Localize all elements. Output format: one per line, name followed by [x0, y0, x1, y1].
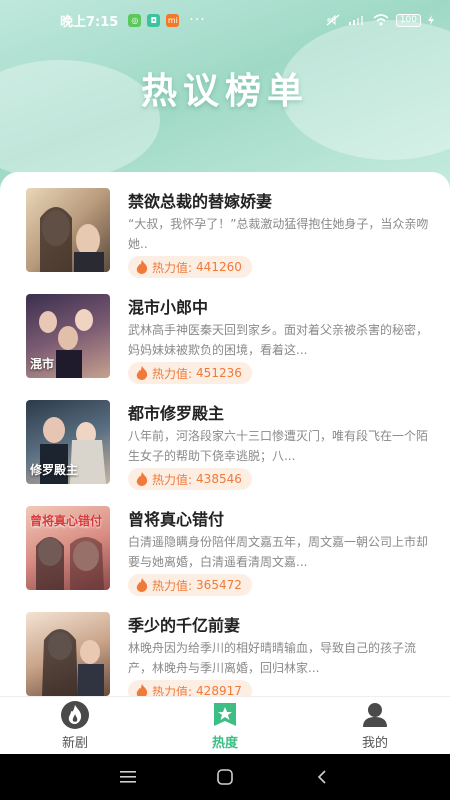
list-item[interactable]: 曾将真心错付 曾将真心错付 白清遥隐瞒身份陪伴周文嘉五年，周文嘉一朝公司上市却要… [0, 490, 450, 596]
heat-label: 热力值: [152, 578, 193, 593]
cover-text: 修罗殿主 [30, 463, 79, 477]
ranking-list: 禁欲总裁的替嫁娇妻 “大叔，我怀孕了！”总裁激动猛得抱住她身子，当众亲吻她.. … [0, 172, 450, 696]
heat-value: 428917 [196, 684, 242, 696]
system-navigation-bar [0, 754, 450, 800]
home-button[interactable] [205, 762, 245, 792]
drama-description: 白清遥隐瞒身份陪伴周文嘉五年，周文嘉一朝公司上市却要与她离婚，白清遥看清周文嘉.… [128, 535, 429, 569]
heat-value: 451236 [196, 366, 242, 380]
drama-cover-image[interactable] [26, 188, 110, 272]
drama-title[interactable]: 禁欲总裁的替嫁娇妻 [128, 188, 272, 212]
drama-description: 林晚舟因为给季川的相好晴晴输血，导致自己的孩子流产，林晚舟与季川离婚，回归林家.… [128, 641, 417, 675]
flame-icon [136, 366, 148, 380]
wifi-icon [373, 14, 389, 26]
menu-icon [120, 771, 137, 783]
heat-badge: 热力值: 438546 [128, 468, 252, 490]
list-item[interactable]: 混市 混市小郎中 武林高手神医秦天回到家乡。面对着父亲被杀害的秘密，妈妈妹妹被欺… [0, 278, 450, 384]
tab-hot[interactable]: 热度 [150, 697, 300, 754]
drama-cover-image[interactable]: 修罗殿主 [26, 400, 110, 484]
status-bar: 晚上7:15 ◎ ◘ mi ··· 100 [0, 0, 450, 40]
star-bookmark-icon [214, 703, 236, 726]
tab-mine[interactable]: 我的 [300, 697, 450, 754]
heat-value: 438546 [196, 472, 242, 486]
charging-icon [428, 15, 434, 25]
page-title: 热议榜单 [140, 71, 309, 112]
more-notifications-icon: ··· [189, 12, 206, 28]
app-notification-icon: ◘ [147, 13, 161, 27]
flame-icon [136, 472, 148, 486]
heat-badge: 热力值: 365472 [128, 574, 252, 596]
list-item[interactable]: 禁欲总裁的替嫁娇妻 “大叔，我怀孕了！”总裁激动猛得抱住她身子，当众亲吻她.. … [0, 172, 450, 278]
signal-icon [348, 16, 363, 25]
drama-title[interactable]: 曾将真心错付 [128, 506, 224, 530]
cover-artwork [42, 629, 104, 696]
heat-badge: 热力值: 451236 [128, 362, 252, 384]
heat-label: 热力值: [152, 260, 193, 275]
menu-button[interactable] [108, 762, 148, 792]
drama-title[interactable]: 都市修罗殿主 [128, 400, 224, 424]
app-notification-icon: mi [166, 13, 180, 27]
home-icon [217, 769, 233, 785]
app-notification-icon: ◎ [128, 13, 142, 27]
drama-description: 武林高手神医秦天回到家乡。面对着父亲被杀害的秘密，妈妈妹妹被欺负的困境，看着这.… [128, 323, 429, 357]
tab-new-drama[interactable]: 新剧 [0, 697, 150, 754]
heat-value: 441260 [196, 260, 242, 274]
heat-value: 365472 [196, 578, 242, 592]
back-icon [317, 770, 326, 784]
cover-text: 曾将真心错付 [30, 514, 103, 528]
tab-label: 我的 [361, 736, 388, 751]
back-button[interactable] [302, 762, 342, 792]
mute-icon [326, 14, 340, 26]
drama-title[interactable]: 季少的千亿前妻 [128, 612, 240, 636]
flame-icon [136, 684, 148, 696]
list-item[interactable]: 修罗殿主 都市修罗殿主 八年前，河洛段家六十三口惨遭灭门，唯有段飞在一个陌生女子… [0, 384, 450, 490]
drama-title[interactable]: 混市小郎中 [128, 294, 208, 318]
heat-label: 热力值: [152, 472, 193, 487]
tab-label: 新剧 [61, 736, 88, 751]
cover-artwork [40, 207, 104, 272]
status-time: 晚上7:15 [60, 14, 119, 30]
drama-description: 八年前，河洛段家六十三口惨遭灭门，唯有段飞在一个陌生女子的帮助下侥幸逃脱；八..… [128, 429, 429, 463]
flame-icon [61, 701, 89, 729]
person-icon [363, 703, 387, 727]
bottom-tab-bar: 新剧 热度 我的 [0, 696, 450, 754]
heat-label: 热力值: [152, 366, 193, 381]
drama-cover-image[interactable]: 曾将真心错付 [26, 506, 110, 590]
list-item[interactable]: 季少的千亿前妻 林晚舟因为给季川的相好晴晴输血，导致自己的孩子流产，林晚舟与季川… [0, 596, 450, 696]
flame-icon [136, 260, 148, 274]
header-banner: 晚上7:15 ◎ ◘ mi ··· 100 热议榜单 [0, 0, 450, 200]
drama-cover-image[interactable] [26, 612, 110, 696]
cover-text: 混市 [30, 357, 55, 371]
heat-label: 热力值: [152, 684, 193, 697]
heat-badge: 热力值: 428917 [128, 680, 252, 696]
tab-label: 热度 [211, 736, 238, 751]
heat-badge: 热力值: 441260 [128, 256, 252, 278]
battery-indicator: 100 [395, 13, 421, 27]
drama-description: “大叔，我怀孕了！”总裁激动猛得抱住她身子，当众亲吻她.. [128, 217, 429, 251]
flame-icon [136, 578, 148, 592]
drama-cover-image[interactable]: 混市 [26, 294, 110, 378]
